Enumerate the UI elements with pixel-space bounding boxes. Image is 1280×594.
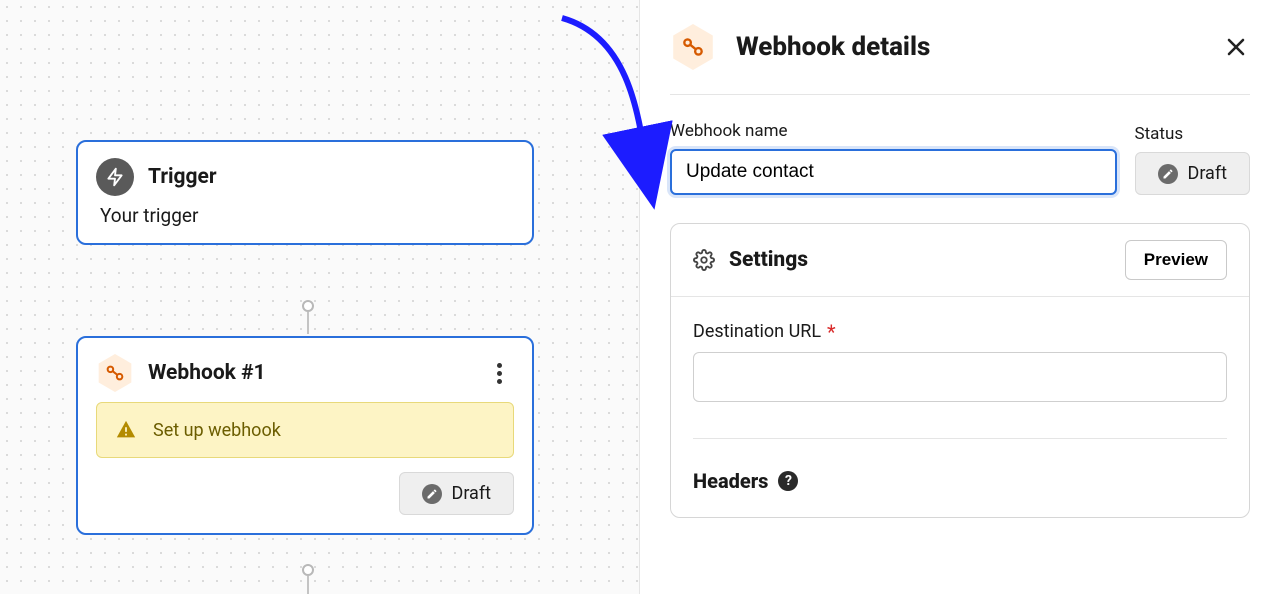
pencil-icon	[1158, 164, 1178, 184]
destination-url-label: Destination URL *	[693, 321, 1227, 342]
panel-title: Webhook details	[736, 32, 930, 62]
preview-button[interactable]: Preview	[1125, 240, 1227, 280]
webhook-name-input[interactable]	[670, 149, 1117, 195]
destination-url-input[interactable]	[693, 352, 1227, 402]
details-panel: Webhook details Webhook name Status Draf…	[640, 0, 1280, 594]
connector-line	[307, 576, 309, 594]
webhook-title: Webhook #1	[148, 361, 266, 385]
settings-card: Settings Preview Destination URL * Heade…	[670, 223, 1250, 518]
lightning-icon	[96, 158, 134, 196]
status-label: Status	[1135, 124, 1251, 144]
name-label: Webhook name	[670, 121, 1117, 141]
help-icon[interactable]: ?	[778, 471, 798, 491]
warning-icon	[115, 419, 137, 441]
panel-header: Webhook details	[670, 24, 1250, 95]
webhook-icon	[670, 24, 716, 70]
trigger-body: Your trigger	[100, 204, 514, 227]
close-button[interactable]	[1222, 33, 1250, 61]
trigger-node[interactable]: Trigger Your trigger	[76, 140, 534, 245]
connector-dot	[302, 564, 314, 576]
kebab-menu-icon[interactable]	[484, 358, 514, 388]
trigger-title: Trigger	[148, 165, 217, 189]
panel-status-badge: Draft	[1135, 152, 1251, 195]
webhook-node[interactable]: Webhook #1 Set up webhook Draft	[76, 336, 534, 535]
alert-text: Set up webhook	[153, 420, 281, 441]
headers-title: Headers	[693, 469, 768, 493]
workflow-canvas[interactable]: Trigger Your trigger Webhook #1	[0, 0, 640, 594]
pencil-icon	[422, 484, 442, 504]
connector-line	[307, 312, 309, 334]
setup-webhook-alert[interactable]: Set up webhook	[96, 402, 514, 458]
node-status-text: Draft	[452, 483, 492, 504]
gear-icon	[693, 249, 715, 271]
settings-title: Settings	[729, 248, 808, 272]
node-status-badge: Draft	[399, 472, 515, 515]
connector-dot	[302, 300, 314, 312]
panel-status-text: Draft	[1188, 163, 1228, 184]
required-asterisk: *	[827, 322, 836, 342]
webhook-icon	[96, 354, 134, 392]
